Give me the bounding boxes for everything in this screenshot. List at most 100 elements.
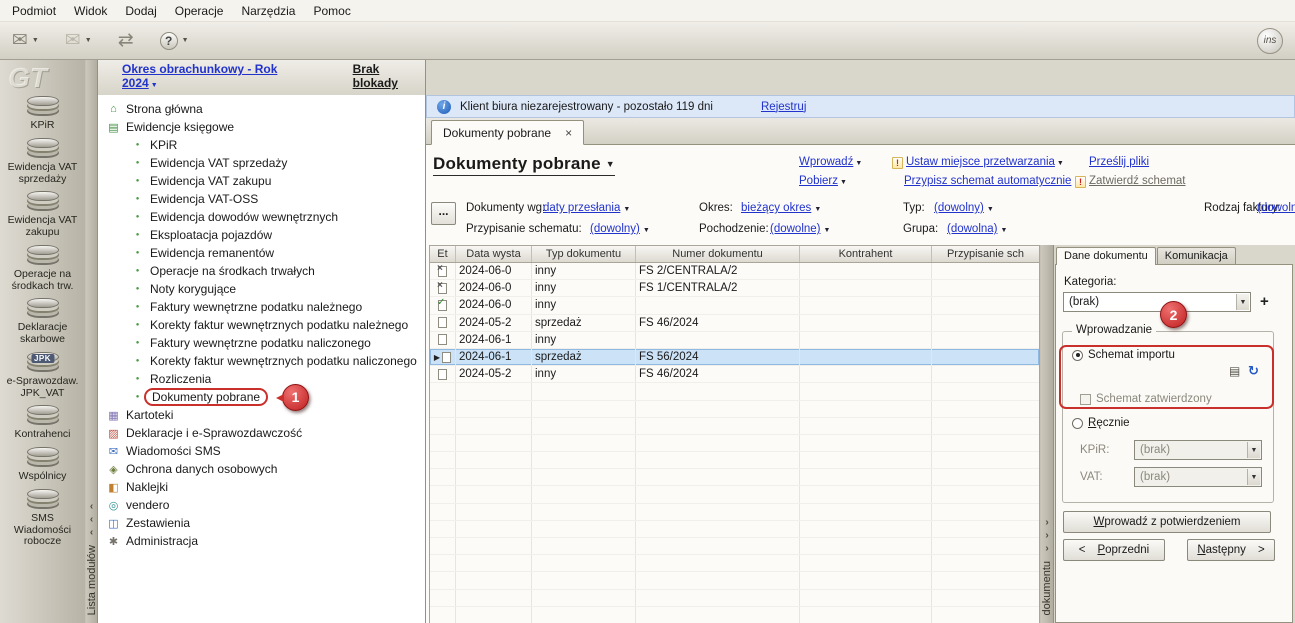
module-kontrahenci[interactable]: Kontrahenci [2, 405, 84, 441]
close-icon[interactable]: × [565, 126, 572, 140]
tree-item-kpir[interactable]: ●KPiR [98, 136, 425, 154]
period-selector-link[interactable]: Okres obrachunkowy - Rok 2024▼ [122, 62, 309, 90]
module-operacje-na-rodkach-trw[interactable]: Operacje na środkach trw. [2, 245, 84, 293]
column-header-data-wysta[interactable]: Data wysta [456, 246, 532, 262]
next-button[interactable]: Następny > [1187, 539, 1275, 561]
tree-item-ewidencja-vat-oss[interactable]: ●Ewidencja VAT-OSS [98, 190, 425, 208]
pobierz-link[interactable]: Pobierz▼ [799, 175, 847, 187]
help-button[interactable]: ? ▼ [160, 32, 189, 50]
module-ewidencja-vat-sprzeda-y[interactable]: Ewidencja VAT sprzedaży [2, 138, 84, 186]
table-row-empty[interactable] [430, 469, 1039, 486]
przypisz-schemat-link[interactable]: Przypisz schemat automatycznie [904, 175, 1071, 187]
schema-list-icon[interactable]: ▤ [1229, 365, 1240, 377]
transfer-button[interactable]: ⇄ [118, 31, 134, 50]
tab-komunikacja[interactable]: Komunikacja [1157, 247, 1236, 265]
column-header-typ-dokumentu[interactable]: Typ dokumentu [532, 246, 636, 262]
lock-status-link[interactable]: Brak blokady [353, 62, 425, 90]
insert-logo-badge[interactable]: ins [1257, 28, 1283, 54]
module-deklaracje-skarbowe[interactable]: Deklaracje skarbowe [2, 298, 84, 346]
filter-value-grupa[interactable]: (dowolna)▼ [947, 223, 1007, 235]
tree-item-ochrona-danych-osobowych[interactable]: ◈Ochrona danych osobowych [98, 460, 425, 478]
chevron-down-icon[interactable]: ▼ [1236, 294, 1249, 310]
filter-value-typ[interactable]: (dowolny)▼ [934, 202, 994, 214]
table-row-empty[interactable] [430, 418, 1039, 435]
table-row[interactable]: 2024-05-2sprzedażFS 46/2024 [430, 315, 1039, 332]
table-row[interactable]: 2024-06-1inny [430, 332, 1039, 349]
module-kpir[interactable]: KPiR [2, 96, 84, 132]
messages-button[interactable]: ✉ ▼ [65, 31, 92, 50]
menu-item-narz-dzia[interactable]: Narzędzia [232, 1, 304, 21]
filter-value-rodzaj-faktury[interactable]: (dowolny▼ [1257, 202, 1295, 214]
tree-item-strona-g-wna[interactable]: ⌂Strona główna [98, 100, 425, 118]
przeslij-pliki-link[interactable]: Prześlij pliki [1089, 156, 1149, 168]
column-header-et[interactable]: Et [430, 246, 456, 262]
table-row[interactable]: ✓2024-06-0inny [430, 297, 1039, 314]
prev-button[interactable]: < Poprzedni [1063, 539, 1165, 561]
filter-value-okres[interactable]: bieżący okres▼ [741, 202, 821, 214]
table-row-empty[interactable] [430, 590, 1039, 607]
tree-item-korekty-faktur-wewn-trznych-podatku-naliczonego[interactable]: ●Korekty faktur wewnętrznych podatku nal… [98, 352, 425, 370]
table-row-empty[interactable] [430, 452, 1039, 469]
more-filters-button[interactable]: ... [431, 202, 456, 225]
table-row-empty[interactable] [430, 435, 1039, 452]
menu-item-operacje[interactable]: Operacje [166, 1, 233, 21]
table-row[interactable]: ×2024-06-0innyFS 2/CENTRALA/2 [430, 263, 1039, 280]
tree-item-eksploatacja-pojazd-w[interactable]: ●Eksploatacja pojazdów [98, 226, 425, 244]
tree-item-deklaracje-i-e-sprawozdawczo[interactable]: ▨Deklaracje i e-Sprawozdawczość [98, 424, 425, 442]
table-row-empty[interactable] [430, 401, 1039, 418]
tree-item-kartoteki[interactable]: ▦Kartoteki [98, 406, 425, 424]
tree-item-ewidencje-ksi-gowe[interactable]: ▤Ewidencje księgowe [98, 118, 425, 136]
tree-item-faktury-wewn-trzne-podatku-nale-nego[interactable]: ●Faktury wewnętrzne podatku należnego [98, 298, 425, 316]
tree-item-korekty-faktur-wewn-trznych-podatku-nale-nego[interactable]: ●Korekty faktur wewnętrznych podatku nal… [98, 316, 425, 334]
tree-item-administracja[interactable]: ✱Administracja [98, 532, 425, 550]
tree-item-faktury-wewn-trzne-podatku-naliczonego[interactable]: ●Faktury wewnętrzne podatku naliczonego [98, 334, 425, 352]
tree-item-naklejki[interactable]: ◧Naklejki [98, 478, 425, 496]
send-message-button[interactable]: ✉ ▼ [12, 31, 39, 50]
filter-value-pochodzenie[interactable]: (dowolne)▼ [770, 223, 830, 235]
wprowadz-link[interactable]: Wprowadź▼ [799, 156, 862, 168]
tree-item-noty-koryguj-ce[interactable]: ●Noty korygujące [98, 280, 425, 298]
filter-value-dokumenty-wg[interactable]: daty przesłania▼ [543, 202, 630, 214]
menu-item-widok[interactable]: Widok [65, 1, 116, 21]
tree-item-ewidencja-dowod-w-wewn-trznych[interactable]: ●Ewidencja dowodów wewnętrznych [98, 208, 425, 226]
column-header-przypisanie-sch[interactable]: Przypisanie sch [932, 246, 1040, 262]
column-header-numer-dokumentu[interactable]: Numer dokumentu [636, 246, 800, 262]
module-sms-wiadomo-ci-robocze[interactable]: SMS Wiadomości robocze [2, 489, 84, 548]
page-title[interactable]: Dokumenty pobrane ▼ [433, 154, 615, 176]
category-select[interactable]: (brak) ▼ [1063, 292, 1251, 312]
tab-dokumenty-pobrane[interactable]: Dokumenty pobrane × [431, 120, 584, 145]
zatwierdz-schemat-link[interactable]: Zatwierdź schemat [1089, 175, 1186, 187]
menu-item-pomoc[interactable]: Pomoc [304, 1, 359, 21]
table-row-empty[interactable] [430, 521, 1039, 538]
module-wsp-lnicy[interactable]: Wspólnicy [2, 447, 84, 483]
tree-item-ewidencja-vat-zakupu[interactable]: ●Ewidencja VAT zakupu [98, 172, 425, 190]
table-row-empty[interactable] [430, 572, 1039, 589]
tree-item-vendero[interactable]: ◎vendero [98, 496, 425, 514]
table-row-empty[interactable] [430, 607, 1039, 623]
table-row-empty[interactable] [430, 504, 1039, 521]
table-row-empty[interactable] [430, 383, 1039, 400]
tree-item-operacje-na-rodkach-trwa-ych[interactable]: ●Operacje na środkach trwałych [98, 262, 425, 280]
modules-panel-splitter[interactable]: ‹ ‹ ‹ Lista modułów [85, 60, 98, 623]
tree-item-ewidencja-remanent-w[interactable]: ●Ewidencja remanentów [98, 244, 425, 262]
module-e-sprawozdaw-jpk-vat[interactable]: JPKe-Sprawozdaw. JPK_VAT [2, 352, 84, 400]
tree-item-wiadomo-ci-sms[interactable]: ✉Wiadomości SMS [98, 442, 425, 460]
refresh-icon[interactable]: ↻ [1248, 364, 1259, 377]
column-header-kontrahent[interactable]: Kontrahent [800, 246, 932, 262]
confirm-button[interactable]: Wprowadź z potwierdzeniem [1063, 511, 1271, 533]
table-row[interactable]: 2024-05-2innyFS 46/2024 [430, 366, 1039, 383]
radio-schemat-importu[interactable]: Schemat importu [1072, 349, 1175, 361]
table-row[interactable]: ×2024-06-0innyFS 1/CENTRALA/2 [430, 280, 1039, 297]
add-category-button[interactable]: + [1260, 293, 1269, 310]
table-row-empty[interactable] [430, 555, 1039, 572]
module-ewidencja-vat-zakupu[interactable]: Ewidencja VAT zakupu [2, 191, 84, 239]
radio-recznie[interactable]: Ręcznie [1072, 417, 1130, 429]
tab-dane-dokumentu[interactable]: Dane dokumentu [1056, 247, 1156, 265]
document-note-splitter[interactable]: › › › dokumentu [1040, 245, 1054, 623]
table-row-empty[interactable] [430, 538, 1039, 555]
menu-item-podmiot[interactable]: Podmiot [3, 1, 65, 21]
rejestruj-link[interactable]: Rejestruj [761, 101, 806, 113]
menu-item-dodaj[interactable]: Dodaj [116, 1, 165, 21]
ustaw-miejsce-link[interactable]: Ustaw miejsce przetwarzania▼ [906, 156, 1064, 168]
table-row[interactable]: ▶2024-06-1sprzedażFS 56/2024 [430, 349, 1039, 366]
